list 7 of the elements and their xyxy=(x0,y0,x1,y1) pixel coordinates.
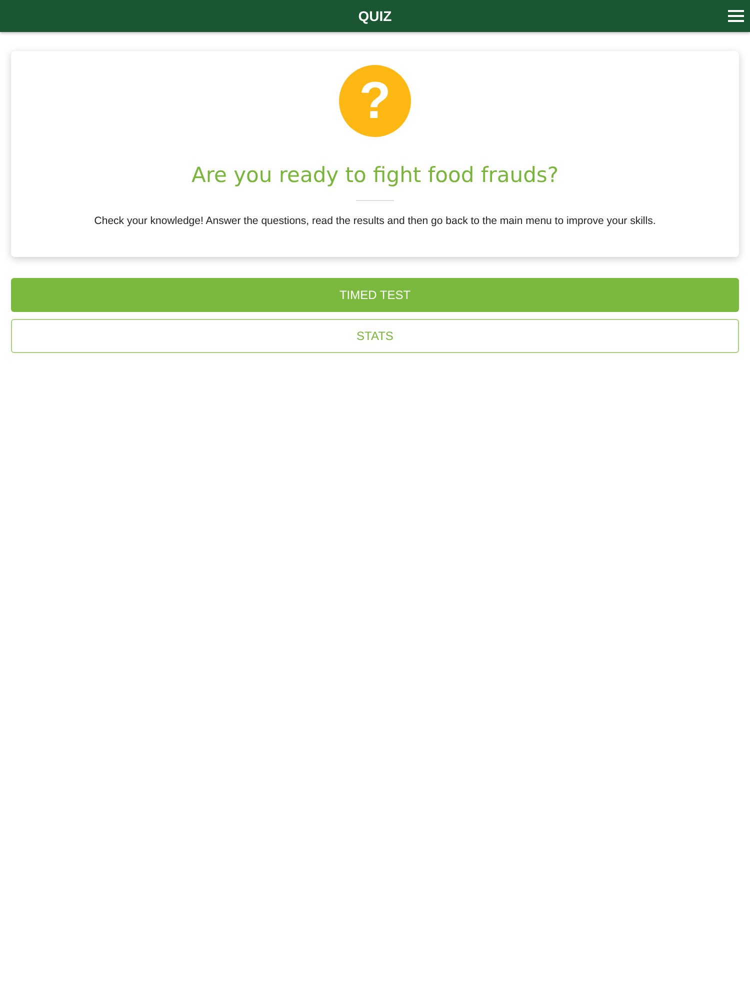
menu-icon[interactable] xyxy=(728,9,744,23)
intro-heading: Are you ready to fight food frauds? xyxy=(191,163,559,187)
intro-text: Check your knowledge! Answer the questions, read the results and then go back to the main menu to improve your skills. xyxy=(94,215,656,227)
page-title: QUIZ xyxy=(358,8,392,24)
primary-button[interactable]: TIMED TEST xyxy=(11,278,739,312)
secondary-button[interactable]: STATS xyxy=(11,319,739,353)
question-icon: ? xyxy=(339,65,411,137)
